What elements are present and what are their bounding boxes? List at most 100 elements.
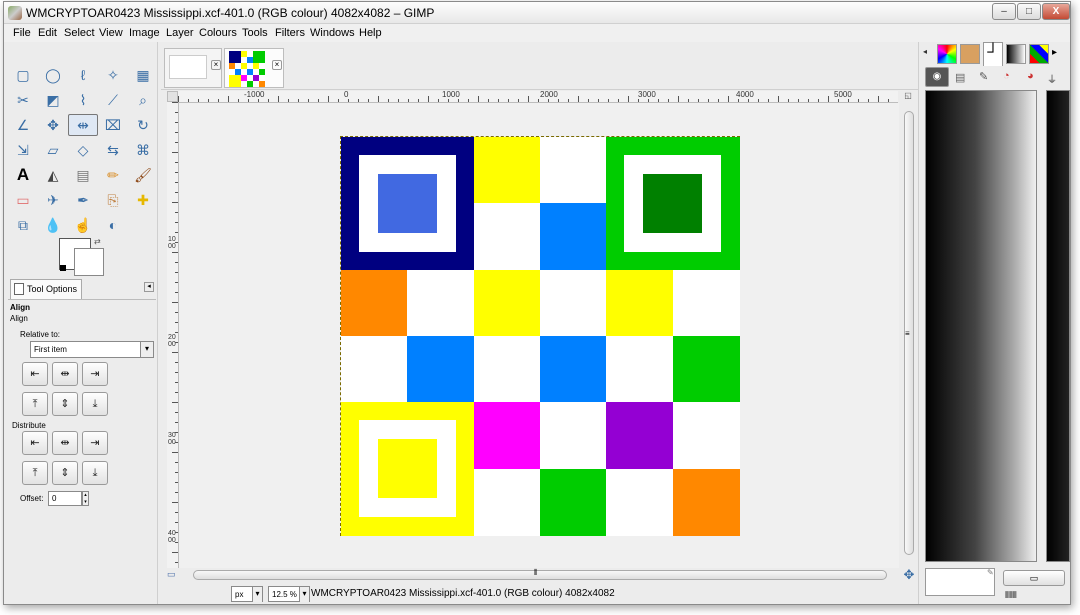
- zoom-tool[interactable]: ⌕: [132, 89, 154, 111]
- menu-view[interactable]: View: [99, 27, 123, 39]
- layers-tab-icon[interactable]: ◉: [925, 67, 949, 87]
- edit-icon[interactable]: ✎: [987, 568, 999, 580]
- perspective-tool[interactable]: ◇: [72, 139, 94, 161]
- image-tab-blank[interactable]: ×: [164, 48, 222, 88]
- gradient-preview[interactable]: [925, 90, 1037, 562]
- image-tab-mississippi[interactable]: ×: [224, 48, 284, 88]
- fuzzy-select-tool[interactable]: ✧: [102, 64, 124, 86]
- dock-menu-icon[interactable]: ◂: [923, 47, 933, 57]
- distribute-bottom-button[interactable]: ⤓: [82, 461, 108, 485]
- colormap-tab-icon[interactable]: ◔: [1003, 70, 1010, 82]
- chevron-right-icon[interactable]: ▸: [1052, 47, 1057, 58]
- vertical-ruler[interactable]: 1000 2000 3000 4000: [167, 102, 179, 568]
- align-top-edge-button[interactable]: ⤒: [22, 392, 48, 416]
- close-button[interactable]: X: [1042, 3, 1070, 20]
- distribute-left-button[interactable]: ⇤: [22, 431, 48, 455]
- menu-tools[interactable]: Tools: [242, 27, 268, 39]
- measure-tool[interactable]: ∠: [12, 114, 34, 136]
- title-bar[interactable]: WMCRYPTOAR0423 Mississippi.xcf-401.0 (RG…: [4, 2, 1070, 24]
- perspective-clone-tool[interactable]: ⧉: [12, 214, 34, 236]
- paths-tool[interactable]: ⌇: [72, 89, 94, 111]
- toggle-quick-mask-icon[interactable]: ▭: [167, 569, 178, 581]
- menu-windows[interactable]: Windows: [310, 27, 355, 39]
- default-colors-icon[interactable]: [60, 265, 66, 271]
- brushes-tab-icon[interactable]: [960, 44, 980, 64]
- distribute-right-button[interactable]: ⇥: [82, 431, 108, 455]
- close-tab-icon[interactable]: ×: [211, 60, 221, 70]
- gradients-tab-icon[interactable]: ┘: [983, 42, 1003, 66]
- menu-select[interactable]: Select: [64, 27, 95, 39]
- vertical-scrollbar[interactable]: ≡: [902, 103, 916, 568]
- move-tool[interactable]: ✥: [42, 114, 64, 136]
- text-tool[interactable]: A: [12, 164, 34, 186]
- patterns-tab-icon[interactable]: [1029, 44, 1049, 64]
- tab-tool-options[interactable]: Tool Options: [10, 279, 82, 299]
- flip-tool[interactable]: ⇆: [102, 139, 124, 161]
- maximize-button[interactable]: □: [1017, 3, 1041, 20]
- unit-select[interactable]: px ▾: [231, 586, 263, 602]
- layer-preview-strip[interactable]: [1046, 90, 1070, 562]
- menu-colours[interactable]: Colours: [199, 27, 237, 39]
- crop-tool[interactable]: ⌧: [102, 114, 124, 136]
- blur-tool[interactable]: 💧: [42, 214, 64, 236]
- pencil-tool[interactable]: ✏: [102, 164, 124, 186]
- distribute-center-horizontal-button[interactable]: ⇹: [52, 431, 78, 455]
- paths-tab-icon[interactable]: ✎: [979, 70, 988, 83]
- ellipse-select-tool[interactable]: ◯: [42, 64, 64, 86]
- heal-tool[interactable]: ✚: [132, 189, 154, 211]
- relative-to-select[interactable]: First item ▾: [30, 341, 154, 358]
- clone-tool[interactable]: ⎘: [102, 189, 124, 211]
- select-by-color-tool[interactable]: ▦: [132, 64, 154, 86]
- panel-menu-icon[interactable]: ◂: [144, 282, 154, 292]
- zoom-select[interactable]: 12.5 % ▾: [268, 586, 310, 602]
- edit-brush-button[interactable]: ▭: [1003, 570, 1065, 586]
- align-right-edge-button[interactable]: ⇥: [82, 362, 108, 386]
- image-canvas-flag[interactable]: [340, 136, 740, 536]
- align-center-vertical-button[interactable]: ⇕: [52, 392, 78, 416]
- eraser-tool[interactable]: ▭: [12, 189, 34, 211]
- close-tab-icon[interactable]: ×: [272, 60, 282, 70]
- minimize-button[interactable]: –: [992, 3, 1016, 20]
- menu-file[interactable]: File: [13, 27, 31, 39]
- dodge-burn-tool[interactable]: ◐: [102, 214, 124, 236]
- cage-tool[interactable]: ⌘: [132, 139, 154, 161]
- align-center-horizontal-button[interactable]: ⇹: [52, 362, 78, 386]
- horizontal-scrollbar[interactable]: ⦀: [179, 568, 902, 582]
- gradient-tab-icon[interactable]: [1006, 44, 1026, 64]
- bucket-fill-tool[interactable]: ◭: [42, 164, 64, 186]
- color-picker-tool[interactable]: ⟋: [102, 89, 124, 111]
- align-bottom-edge-button[interactable]: ⤓: [82, 392, 108, 416]
- background-color-swatch[interactable]: [74, 248, 104, 276]
- brush-preview[interactable]: [925, 568, 995, 596]
- swap-colors-icon[interactable]: ⇄: [94, 238, 102, 246]
- channels-tab-icon[interactable]: ▤: [955, 71, 965, 84]
- scissors-tool[interactable]: ✂: [12, 89, 34, 111]
- menu-layer[interactable]: Layer: [166, 27, 194, 39]
- rect-select-tool[interactable]: ▢: [12, 64, 34, 86]
- rotate-tool[interactable]: ↻: [132, 114, 154, 136]
- ink-tool[interactable]: ✒: [72, 189, 94, 211]
- foreground-select-tool[interactable]: ◩: [42, 89, 64, 111]
- histogram-tab-icon[interactable]: ◕: [1027, 70, 1034, 82]
- palettes-tab-icon[interactable]: [937, 44, 957, 64]
- offset-input[interactable]: 0: [48, 491, 82, 506]
- menu-image[interactable]: Image: [129, 27, 160, 39]
- horizontal-ruler[interactable]: -1000 0 1000 2000 3000 4000 5000: [178, 90, 898, 103]
- paintbrush-tool[interactable]: 🖌: [132, 164, 154, 186]
- free-select-tool[interactable]: ℓ: [72, 64, 94, 86]
- zoom-lock-icon[interactable]: ◱: [902, 91, 914, 102]
- blend-tool[interactable]: ▤: [72, 164, 94, 186]
- airbrush-tool[interactable]: ✈: [42, 189, 64, 211]
- distribute-center-vertical-button[interactable]: ⇕: [52, 461, 78, 485]
- menu-filters[interactable]: Filters: [275, 27, 305, 39]
- quick-mask-corner[interactable]: [167, 91, 178, 102]
- offset-spinner[interactable]: ▴ ▾: [82, 491, 89, 506]
- menu-help[interactable]: Help: [359, 27, 382, 39]
- align-left-edge-button[interactable]: ⇤: [22, 362, 48, 386]
- navigate-icon[interactable]: ✥: [902, 568, 916, 582]
- shear-tool[interactable]: ▱: [42, 139, 64, 161]
- distribute-top-button[interactable]: ⤒: [22, 461, 48, 485]
- align-tool[interactable]: ⇹: [68, 114, 98, 136]
- horizontal-scroll-thumb[interactable]: [193, 570, 887, 580]
- smudge-tool[interactable]: ☝: [72, 214, 94, 236]
